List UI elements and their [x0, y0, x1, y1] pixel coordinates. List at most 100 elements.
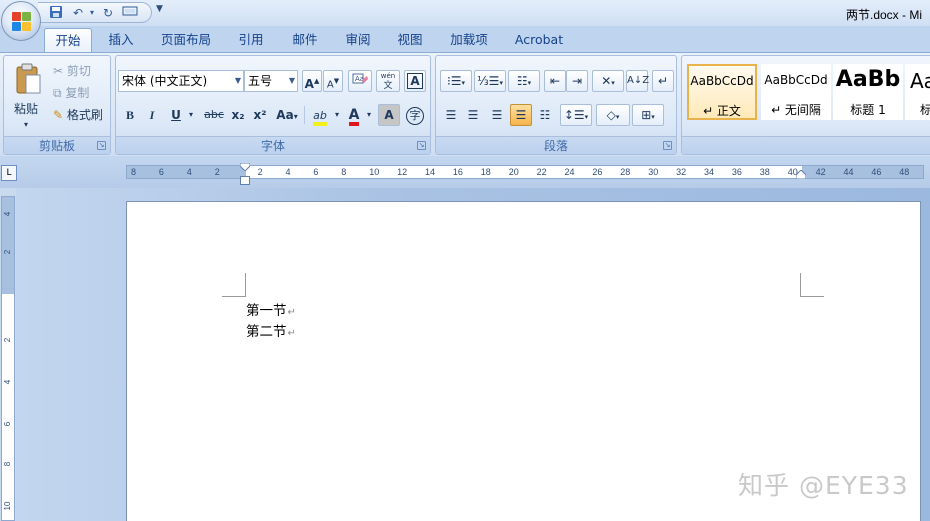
tab-home[interactable]: 开始	[44, 28, 92, 52]
ruler-label: 6	[3, 421, 12, 427]
superscript-button[interactable]: x²	[250, 104, 270, 126]
subscript-button[interactable]: x₂	[228, 104, 248, 126]
ribbon-tabs: 开始 插入 页面布局 引用 邮件 审阅 视图 加载项 Acrobat	[0, 26, 930, 52]
distributed-button[interactable]: ☷	[534, 104, 556, 126]
tab-acrobat[interactable]: Acrobat	[506, 28, 572, 52]
tab-references[interactable]: 引用	[228, 28, 274, 52]
underline-dropdown-icon[interactable]: ▾	[186, 104, 196, 126]
copy-button[interactable]: ⧉ 复制	[50, 82, 110, 104]
ruler-label: 10	[3, 501, 12, 511]
clipboard-dialog-launcher[interactable]: ↘	[97, 141, 106, 150]
align-right-button[interactable]: ☰	[486, 104, 508, 126]
ruler-label: 48	[899, 167, 910, 177]
save-icon[interactable]	[48, 5, 64, 21]
print-preview-icon[interactable]	[122, 5, 138, 21]
font-color-button[interactable]: A	[344, 104, 364, 126]
right-indent-marker[interactable]	[796, 170, 806, 179]
style-heading-2[interactable]: Aa 标	[905, 64, 930, 120]
ruler-label: 14	[425, 167, 436, 177]
style-heading-1[interactable]: AaBb 标题 1	[833, 64, 903, 120]
grow-font-button[interactable]: A▲	[302, 70, 322, 92]
bullets-button[interactable]: ⁝☰▾	[440, 70, 472, 92]
ruler-label: 38	[759, 167, 770, 177]
ruler-label: 30	[648, 167, 659, 177]
clear-formatting-button[interactable]: Aa	[348, 70, 372, 92]
paragraph-dialog-launcher[interactable]: ↘	[663, 141, 672, 150]
first-line-indent-marker[interactable]	[240, 163, 250, 171]
ribbon: 粘贴 ▾ ✂ 剪切 ⧉ 复制 ✎ 格式刷 剪贴板 ↘ 宋体 (中文正文) ▼ 五…	[0, 52, 930, 156]
font-face-value: 宋体 (中文正文)	[122, 74, 208, 88]
redo-icon[interactable]: ↻	[100, 5, 116, 21]
cut-button[interactable]: ✂ 剪切	[50, 60, 110, 82]
font-dialog-launcher[interactable]: ↘	[417, 141, 426, 150]
ruler-label: 18	[480, 167, 491, 177]
highlight-button[interactable]: ab	[308, 104, 332, 126]
ruler-label: 8	[131, 167, 137, 177]
align-left-button[interactable]: ☰	[440, 104, 462, 126]
tab-page-layout[interactable]: 页面布局	[152, 28, 220, 52]
enclose-characters-button[interactable]: 字	[404, 104, 426, 126]
shading-button[interactable]: ◇▾	[596, 104, 630, 126]
sort-button[interactable]: A↓Z	[626, 70, 649, 92]
tab-review[interactable]: 审阅	[336, 28, 380, 52]
change-case-button[interactable]: Aa▾	[272, 104, 302, 126]
left-indent-marker[interactable]	[240, 176, 250, 185]
justify-button[interactable]: ☰	[510, 104, 532, 126]
ruler-label: 6	[158, 167, 164, 177]
ruler-label: 34	[704, 167, 715, 177]
vertical-ruler[interactable]: 4 2 2 4 6 8 10	[1, 196, 15, 521]
font-size-value: 五号	[248, 74, 273, 88]
ruler-label: 2	[3, 249, 12, 255]
character-shading-button[interactable]: A	[378, 104, 400, 126]
chinese-layout-button[interactable]: ✕▾	[592, 70, 624, 92]
style-no-spacing[interactable]: AaBbCcDd ↵ 无间隔	[761, 64, 831, 120]
italic-button[interactable]: I	[142, 104, 162, 126]
office-button[interactable]	[1, 1, 41, 41]
document-line[interactable]: 第一节↵	[246, 299, 296, 319]
show-marks-button[interactable]: ↵	[652, 70, 674, 92]
document-line[interactable]: 第二节↵	[246, 320, 296, 340]
brush-icon: ✎	[53, 108, 64, 122]
separator	[304, 106, 305, 124]
paragraph-mark-icon: ↵	[287, 328, 296, 339]
undo-dropdown-icon[interactable]: ▾	[84, 5, 100, 21]
font-color-dropdown-icon[interactable]: ▾	[364, 104, 374, 126]
line-spacing-button[interactable]: ↕☰▾	[560, 104, 592, 126]
ruler-label: 4	[186, 167, 192, 177]
borders-button[interactable]: ⊞▾	[632, 104, 664, 126]
bold-button[interactable]: B	[120, 104, 140, 126]
tab-selector[interactable]: L	[1, 165, 17, 181]
tab-insert[interactable]: 插入	[98, 28, 144, 52]
ruler-label: 4	[3, 379, 12, 385]
ruler-label: 2	[214, 167, 220, 177]
style-normal[interactable]: AaBbCcDd ↵ 正文	[687, 64, 757, 120]
crop-mark-top-right	[800, 273, 824, 297]
shrink-font-button[interactable]: A▼	[323, 70, 343, 92]
numbering-button[interactable]: ⅓☰▾	[474, 70, 506, 92]
tab-view[interactable]: 视图	[388, 28, 432, 52]
ruler-label: 28	[620, 167, 631, 177]
title-bar: ↶ ▾ ↻ ▼ 两节.docx - Mi	[0, 0, 930, 26]
highlight-dropdown-icon[interactable]: ▾	[332, 104, 342, 126]
tab-addins[interactable]: 加载项	[440, 28, 498, 52]
align-center-button[interactable]: ☰	[462, 104, 484, 126]
quick-access-toolbar: ↶ ▾ ↻	[38, 2, 152, 23]
paste-button[interactable]: 粘贴 ▾	[7, 58, 47, 130]
font-size-select[interactable]: 五号 ▼	[244, 70, 298, 92]
decrease-indent-button[interactable]: ⇤	[544, 70, 566, 92]
font-face-select[interactable]: 宋体 (中文正文) ▼	[118, 70, 244, 92]
office-logo-icon	[12, 12, 32, 32]
customize-qat-icon[interactable]: ▼	[156, 4, 163, 14]
format-painter-button[interactable]: ✎ 格式刷	[50, 104, 110, 126]
tab-mailings[interactable]: 邮件	[282, 28, 328, 52]
multilevel-list-button[interactable]: ☷▾	[508, 70, 540, 92]
clipboard-group: 粘贴 ▾ ✂ 剪切 ⧉ 复制 ✎ 格式刷 剪贴板 ↘	[3, 55, 111, 155]
character-border-button[interactable]: A	[404, 70, 426, 92]
phonetic-guide-button[interactable]: wén 文	[376, 70, 400, 92]
increase-indent-button[interactable]: ⇥	[566, 70, 588, 92]
strikethrough-button[interactable]: abc	[200, 104, 228, 126]
chevron-down-icon: ▼	[234, 76, 241, 85]
underline-button[interactable]: U	[166, 104, 186, 126]
paste-icon	[16, 63, 41, 94]
eraser-icon: Aa	[352, 73, 368, 84]
